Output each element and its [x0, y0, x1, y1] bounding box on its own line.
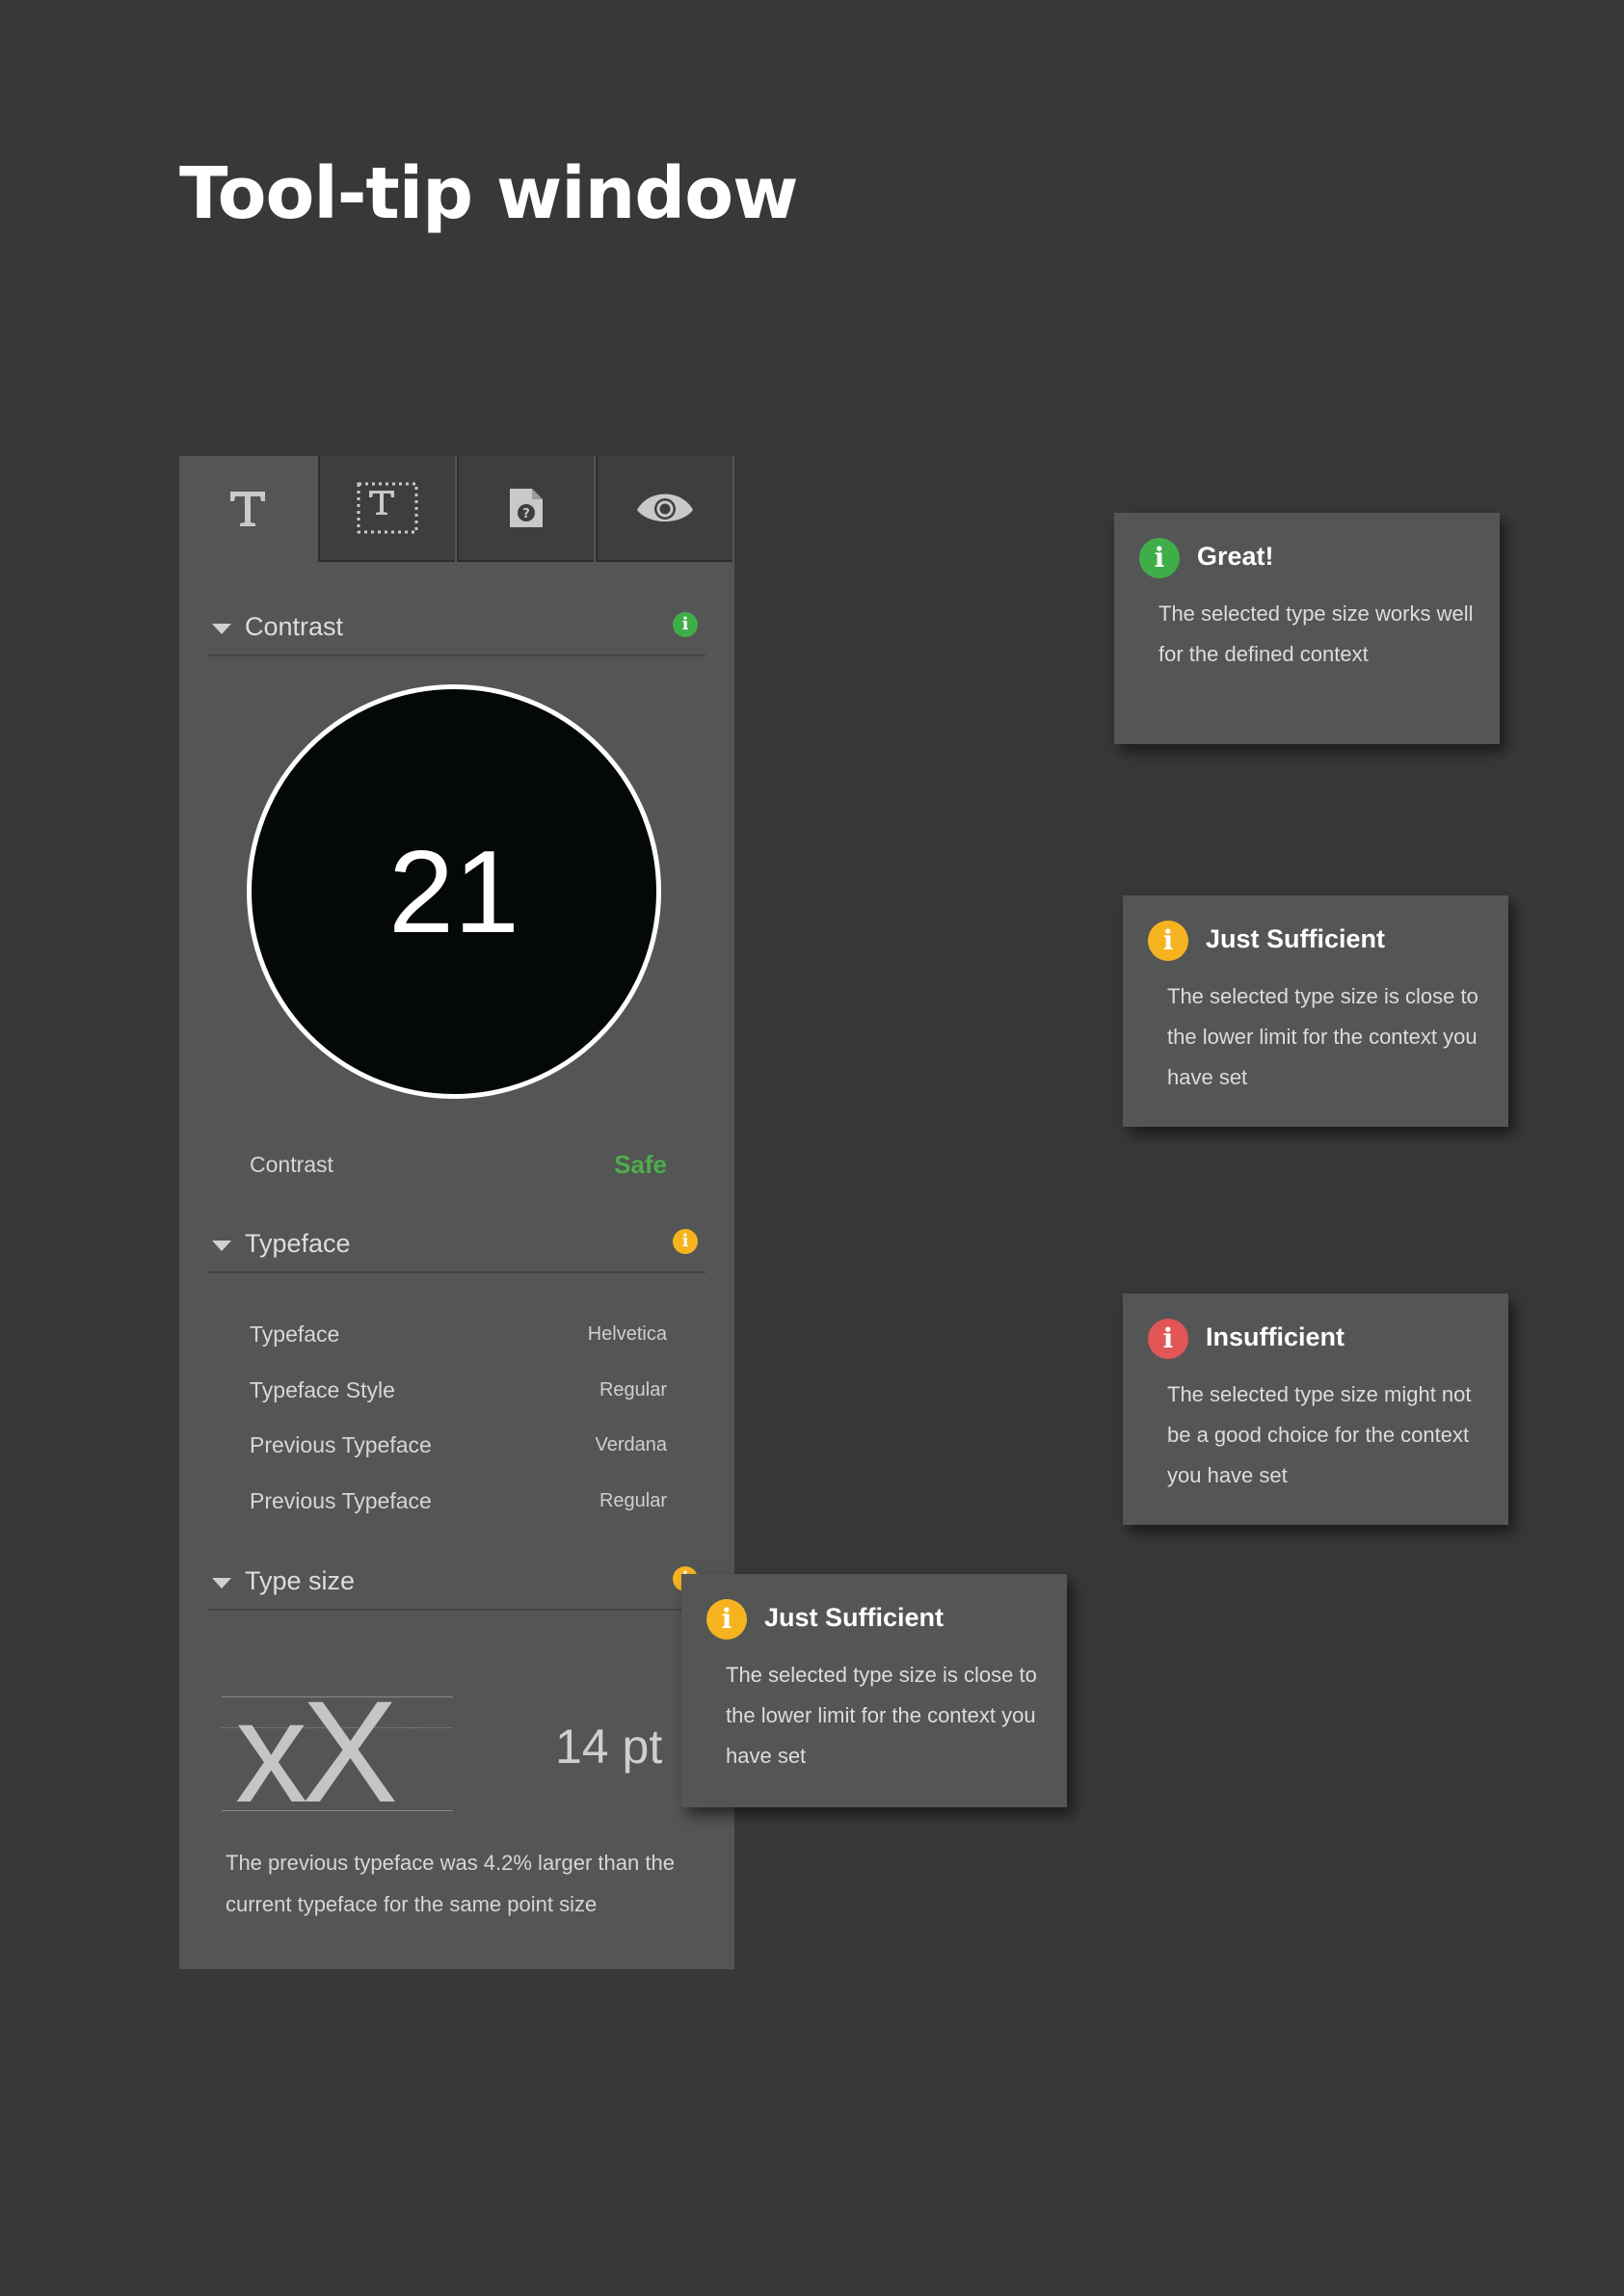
- info-icon: i: [1148, 1319, 1188, 1359]
- tooltip-body: The selected type size is close to the l…: [1167, 984, 1478, 1089]
- inspector-panel: ? Contrast i 21 Contrast Safe Typeface i…: [179, 456, 734, 1969]
- info-icon: i: [1139, 538, 1180, 578]
- typesize-section-header[interactable]: Type size i: [208, 1555, 706, 1611]
- tooltip-title: Great!: [1197, 542, 1274, 571]
- typeface-style-row-value: Regular: [599, 1379, 667, 1401]
- contrast-status: Safe: [614, 1150, 667, 1179]
- eye-icon: [637, 494, 693, 521]
- previous-typeface-row-value: Verdana: [595, 1434, 667, 1455]
- page-title: Tool-tip window: [179, 152, 798, 235]
- contrast-ratio-circle: 21: [247, 684, 661, 1099]
- text-frame-icon: [357, 482, 418, 534]
- tooltip-insufficient: i Insufficient The selected type size mi…: [1123, 1294, 1508, 1525]
- tooltip-just-sufficient: i Just Sufficient The selected type size…: [1123, 895, 1508, 1127]
- tooltip-title: Insufficient: [1206, 1322, 1345, 1351]
- info-icon[interactable]: i: [673, 1229, 698, 1254]
- info-icon[interactable]: i: [673, 612, 698, 637]
- typeface-row-value: Helvetica: [587, 1323, 667, 1345]
- previous-typeface-row-label: Previous Typeface: [250, 1432, 432, 1457]
- contrast-label: Contrast: [250, 1152, 333, 1177]
- tooltip-body: The selected type size is close to the l…: [726, 1663, 1037, 1768]
- typesize-header-label: Type size: [245, 1566, 356, 1595]
- type-size-value: 14 pt: [555, 1720, 663, 1774]
- typeface-style-row-label: Typeface Style: [250, 1377, 395, 1402]
- caret-down-icon[interactable]: [212, 624, 231, 634]
- tooltip-type-size-overlay: i Just Sufficient The selected type size…: [681, 1574, 1067, 1807]
- contrast-section-header[interactable]: Contrast i: [208, 601, 706, 656]
- tooltip-body: The selected type size might not be a go…: [1167, 1382, 1472, 1487]
- typeface-row-label: Typeface: [250, 1322, 340, 1347]
- caret-down-icon[interactable]: [212, 1241, 231, 1251]
- tab-bar: ?: [179, 456, 734, 562]
- tooltip-title: Just Sufficient: [764, 1603, 945, 1632]
- info-icon: i: [1148, 921, 1188, 961]
- caret-down-icon[interactable]: [212, 1578, 231, 1589]
- type-sample-glyphs: xX: [235, 1670, 398, 1832]
- tooltip-great: i Great! The selected type size works we…: [1114, 513, 1500, 744]
- tab-preview[interactable]: [596, 456, 732, 562]
- tab-document[interactable]: ?: [457, 456, 594, 562]
- text-icon: [230, 492, 265, 526]
- document-help-icon: ?: [510, 489, 543, 527]
- svg-text:?: ?: [522, 507, 530, 521]
- contrast-header-label: Contrast: [245, 612, 344, 641]
- typeface-header-label: Typeface: [245, 1229, 351, 1258]
- previous-typeface-style-row-label: Previous Typeface: [250, 1488, 432, 1513]
- tooltip-body: The selected type size works well for th…: [1158, 601, 1474, 666]
- previous-typeface-style-row-value: Regular: [599, 1490, 667, 1511]
- tab-text[interactable]: [179, 456, 316, 562]
- type-size-sample: xX: [222, 1679, 453, 1824]
- tooltip-title: Just Sufficient: [1206, 924, 1386, 953]
- tab-text-frame[interactable]: [318, 456, 455, 562]
- type-size-note: The previous typeface was 4.2% larger th…: [226, 1851, 675, 1916]
- info-icon: i: [706, 1599, 747, 1640]
- typeface-section-header[interactable]: Typeface i: [208, 1217, 706, 1273]
- contrast-ratio-value: 21: [388, 826, 519, 957]
